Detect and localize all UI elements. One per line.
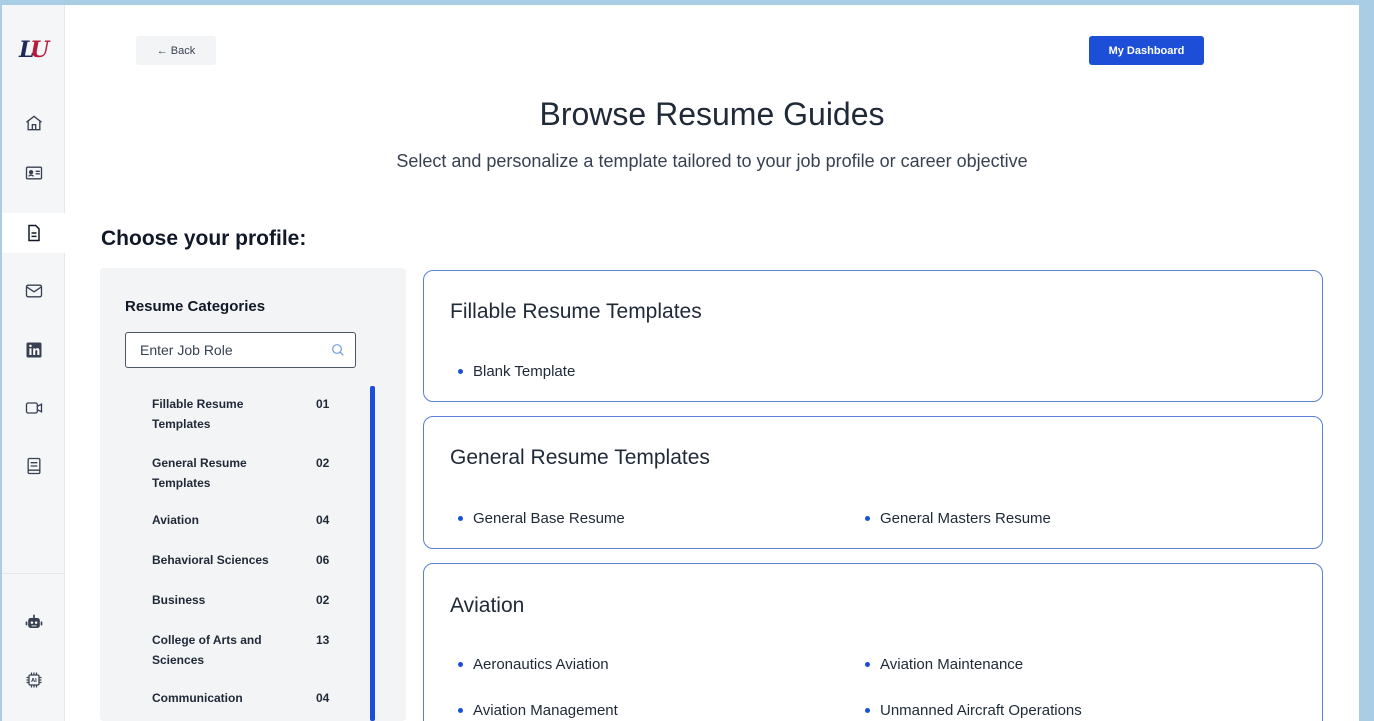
template-link[interactable]: Aeronautics Aviation [458, 656, 609, 673]
category-list-scrollbar[interactable] [370, 386, 375, 721]
linkedin-icon[interactable] [2, 330, 65, 370]
template-link[interactable]: Aviation Management [458, 702, 618, 719]
back-button[interactable]: ← Back [136, 36, 216, 65]
choose-profile-heading: Choose your profile: [101, 227, 307, 250]
category-name: Fillable Resume Templates [152, 397, 244, 431]
document-icon[interactable] [2, 213, 65, 253]
id-card-icon[interactable] [2, 153, 65, 193]
template-link[interactable]: General Base Resume [458, 510, 625, 527]
my-dashboard-button[interactable]: My Dashboard [1089, 36, 1204, 65]
category-name: Communication [152, 691, 243, 705]
category-name: College of Arts and Sciences [152, 633, 262, 667]
card-title: Fillable Resume Templates [450, 300, 702, 323]
template-link[interactable]: General Masters Resume [865, 510, 1051, 527]
page-subtitle: Select and personalize a template tailor… [396, 151, 1028, 171]
notebook-icon[interactable] [2, 446, 65, 486]
card-aviation: Aviation Aeronautics Aviation Aviation M… [423, 563, 1323, 721]
svg-text:AI: AI [31, 678, 37, 684]
window-frame-top [0, 0, 1374, 5]
template-label: Aeronautics Aviation [473, 656, 609, 673]
category-count: 04 [316, 513, 330, 527]
page-title: Browse Resume Guides [539, 96, 885, 132]
category-name: General Resume Templates [152, 456, 247, 490]
template-link[interactable]: Unmanned Aircraft Operations [865, 702, 1082, 719]
lu-logo[interactable]: LU [19, 37, 49, 63]
category-count: 02 [316, 456, 330, 470]
ai-chip-icon[interactable]: AI [2, 660, 65, 700]
category-name: Aviation [152, 513, 199, 527]
category-count: 02 [316, 593, 330, 607]
card-general-resume-templates: General Resume Templates General Base Re… [423, 416, 1323, 549]
window-frame-right [1359, 0, 1374, 721]
bullet-dot [865, 662, 870, 667]
sidebar-nav: LU AI [2, 5, 65, 721]
template-label: Blank Template [473, 363, 576, 380]
card-fillable-resume-templates: Fillable Resume Templates Blank Template [423, 270, 1323, 402]
bullet-dot [865, 708, 870, 713]
mail-icon[interactable] [2, 271, 65, 311]
template-link[interactable]: Aviation Maintenance [865, 656, 1023, 673]
job-role-search-input[interactable] [126, 333, 321, 367]
category-name: Business [152, 593, 206, 607]
category-name: Behavioral Sciences [152, 553, 269, 567]
resume-categories-panel: Resume Categories Fillable Resume Templa… [100, 268, 406, 721]
category-count: 01 [316, 397, 330, 411]
search-icon[interactable] [330, 342, 346, 358]
template-label: Unmanned Aircraft Operations [880, 702, 1082, 719]
categories-heading: Resume Categories [125, 298, 266, 315]
card-title: Aviation [450, 594, 525, 617]
job-role-search [125, 332, 356, 368]
video-icon[interactable] [2, 388, 65, 428]
bullet-dot [458, 516, 463, 521]
bullet-dot [458, 708, 463, 713]
template-label: General Base Resume [473, 510, 625, 527]
category-count: 06 [316, 553, 330, 567]
bullet-dot [458, 662, 463, 667]
template-label: General Masters Resume [880, 510, 1051, 527]
sidebar-divider [2, 573, 65, 574]
category-count: 04 [316, 691, 330, 705]
bullet-dot [458, 369, 463, 374]
category-count: 13 [316, 633, 330, 647]
template-link[interactable]: Blank Template [458, 363, 575, 380]
template-label: Aviation Management [473, 702, 618, 719]
bullet-dot [865, 516, 870, 521]
home-icon[interactable] [2, 103, 65, 143]
robot-icon[interactable] [2, 603, 65, 643]
template-label: Aviation Maintenance [880, 656, 1024, 673]
card-title: General Resume Templates [450, 446, 710, 469]
